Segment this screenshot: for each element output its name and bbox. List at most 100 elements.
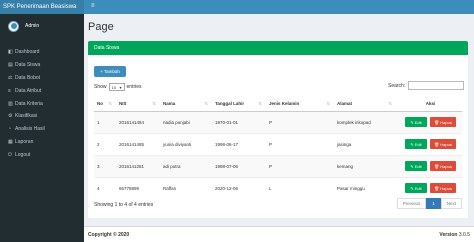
page-title: Page <box>88 21 114 33</box>
user-name: Admin <box>25 23 40 29</box>
sidebar-item-data-atribut[interactable]: ≡ Data Atribut <box>0 84 84 97</box>
cell-no: 4 <box>94 176 116 199</box>
trash-icon: 🗑 <box>434 141 440 147</box>
table-row: 4 66778899 Raffan 2020-12-06 L Pasar min… <box>94 176 462 199</box>
edit-icon: ✎ <box>410 119 414 125</box>
column-header-nis[interactable]: NIS ⇅ <box>116 97 160 112</box>
edit-button[interactable]: ✎ Edit <box>405 183 427 193</box>
box-title: Data Siswa <box>88 41 468 55</box>
search-control: Search: <box>388 81 465 90</box>
page-1-button[interactable]: 1 <box>426 198 441 209</box>
table-row: 1 2016141484 nadia punjabi 1970-01-01 P … <box>94 110 462 133</box>
cell-jenis-kelamin: L <box>266 176 334 199</box>
sidebar-item-laporan[interactable]: ▦ Laporan <box>0 136 84 149</box>
edit-button[interactable]: ✎ Edit <box>405 117 427 127</box>
column-header-tanggal-lahir[interactable]: Tanggal Lahir ⇅ <box>212 97 266 112</box>
column-header-nama[interactable]: Nama ⇅ <box>160 97 212 112</box>
search-input[interactable] <box>408 81 465 90</box>
table-row: 2 2016141485 yunia diviyanti 1998-06-17 … <box>94 132 462 155</box>
pagination: Previous 1 Next <box>396 198 462 209</box>
cell-nama: nadia punjabi <box>160 110 212 133</box>
cell-alamat: komplek inkopad <box>334 110 396 133</box>
report-icon: ▦ <box>8 138 13 145</box>
cell-nis: 66778899 <box>116 176 160 199</box>
delete-button[interactable]: 🗑 Hapus <box>430 139 456 149</box>
table-info: Showing 1 to 4 of 4 entries <box>94 202 154 208</box>
cell-aksi: ✎ Edit 🗑 Hapus <box>396 132 462 155</box>
search-label: Search: <box>388 82 406 89</box>
sidebar-item-label: Klasifikasi <box>15 113 38 120</box>
edit-icon: ✎ <box>410 185 414 191</box>
sidebar-item-data-kriteria[interactable]: ▥ Data Kriteria <box>0 97 84 110</box>
sliders-icon: ⚙ <box>8 113 13 120</box>
cell-tanggal-lahir: 1970-01-01 <box>212 110 266 133</box>
cell-nis: 2016141281 <box>116 154 160 177</box>
sidebar: SPK Penerimaan Beasiswa Admin ◧ Dashboard… <box>0 0 84 242</box>
edit-button[interactable]: ✎ Edit <box>405 161 427 171</box>
add-button[interactable]: + Tambah <box>94 66 126 77</box>
entries-label: entries <box>126 84 142 90</box>
cell-nama: Raffan <box>160 176 212 199</box>
entries-select[interactable]: 10 ▾ <box>108 83 125 91</box>
delete-button[interactable]: 🗑 Hapus <box>430 117 456 127</box>
cell-no: 2 <box>94 132 116 155</box>
copyright-text: Copyright © 2020 <box>88 231 130 238</box>
column-header-alamat[interactable]: Alamat ⇅ <box>334 97 396 112</box>
list-icon: ≡ <box>8 87 11 94</box>
cell-jenis-kelamin: P <box>266 132 334 155</box>
delete-button[interactable]: 🗑 Hapus <box>430 183 456 193</box>
add-button-label: Tambah <box>103 69 120 74</box>
trash-icon: 🗑 <box>434 185 440 191</box>
show-label: Show <box>94 84 107 90</box>
cell-aksi: ✎ Edit 🗑 Hapus <box>396 154 462 177</box>
sidebar-item-data-bobot[interactable]: ⚖ Data Bobot <box>0 72 84 85</box>
delete-button[interactable]: 🗑 Hapus <box>430 161 456 171</box>
column-header-jenis-kelamin[interactable]: Jenis Kelamin ⇅ <box>266 97 334 112</box>
footer: Copyright © 2020 Version 3.0.5 <box>84 226 474 242</box>
table-header-row: No ⇅ NIS ⇅ Nama ⇅ Tanggal Lahir ⇅ Jenis Kela… <box>94 97 462 112</box>
sidebar-item-klasifikasi[interactable]: ⚙ Klasifikasi <box>0 110 84 123</box>
app-brand[interactable]: SPK Penerimaan Beasiswa <box>0 0 84 14</box>
cell-no: 3 <box>94 154 116 177</box>
pie-chart-icon: ◔ <box>8 126 12 133</box>
avatar <box>8 20 19 32</box>
trash-icon: 🗑 <box>434 119 440 125</box>
folder-icon: ▤ <box>8 62 13 69</box>
cell-alamat: Pasar minggu <box>334 176 396 199</box>
sidebar-item-label: Analisis Hasil <box>15 126 45 133</box>
sidebar-item-label: Data Kriteria <box>15 100 43 107</box>
edit-icon: ✎ <box>410 163 414 169</box>
cell-aksi: ✎ Edit 🗑 Hapus <box>396 176 462 199</box>
hamburger-menu-icon[interactable]: ≡ <box>91 3 95 9</box>
sidebar-item-analisis-hasil[interactable]: ◔ Analisis Hasil <box>0 123 84 136</box>
cell-nis: 2016141484 <box>116 110 160 133</box>
column-header-no[interactable]: No ⇅ <box>94 97 116 112</box>
top-navbar: ≡ <box>84 0 474 14</box>
dashboard-icon: ◧ <box>8 49 13 56</box>
column-header-aksi: Aksi <box>396 97 462 112</box>
sidebar-item-label: Dashboard <box>15 49 40 56</box>
cell-jenis-kelamin: P <box>266 110 334 133</box>
cell-nama: adi putra <box>160 154 212 177</box>
sidebar-item-data-siswa[interactable]: ▤ Data Siswa <box>0 59 84 72</box>
previous-page-button[interactable]: Previous <box>396 198 427 209</box>
length-control: Show 10 ▾ entries <box>94 83 142 91</box>
version-info: Version 3.0.5 <box>439 231 470 238</box>
edit-button[interactable]: ✎ Edit <box>405 139 427 149</box>
chart-icon: ▥ <box>8 100 13 107</box>
logout-icon: ⏻ <box>8 151 12 158</box>
data-siswa-box: Data Siswa + Tambah Show 10 ▾ entries Se… <box>88 41 468 218</box>
sidebar-item-label: Data Siswa <box>15 62 41 69</box>
table-row: 3 2016141281 adi putra 1998-07-06 P kema… <box>94 154 462 177</box>
cell-alamat: jasinga <box>334 132 396 155</box>
cell-tanggal-lahir: 1998-06-17 <box>212 132 266 155</box>
cell-nis: 2016141485 <box>116 132 160 155</box>
sidebar-item-label: Logout <box>15 151 31 158</box>
sidebar-item-logout[interactable]: ⏻ Logout <box>0 148 84 161</box>
chevron-down-icon: ▾ <box>119 84 122 90</box>
cell-jenis-kelamin: P <box>266 154 334 177</box>
next-page-button[interactable]: Next <box>440 198 462 209</box>
scale-icon: ⚖ <box>8 74 13 81</box>
sidebar-item-dashboard[interactable]: ◧ Dashboard <box>0 46 84 59</box>
cell-alamat: kemang <box>334 154 396 177</box>
